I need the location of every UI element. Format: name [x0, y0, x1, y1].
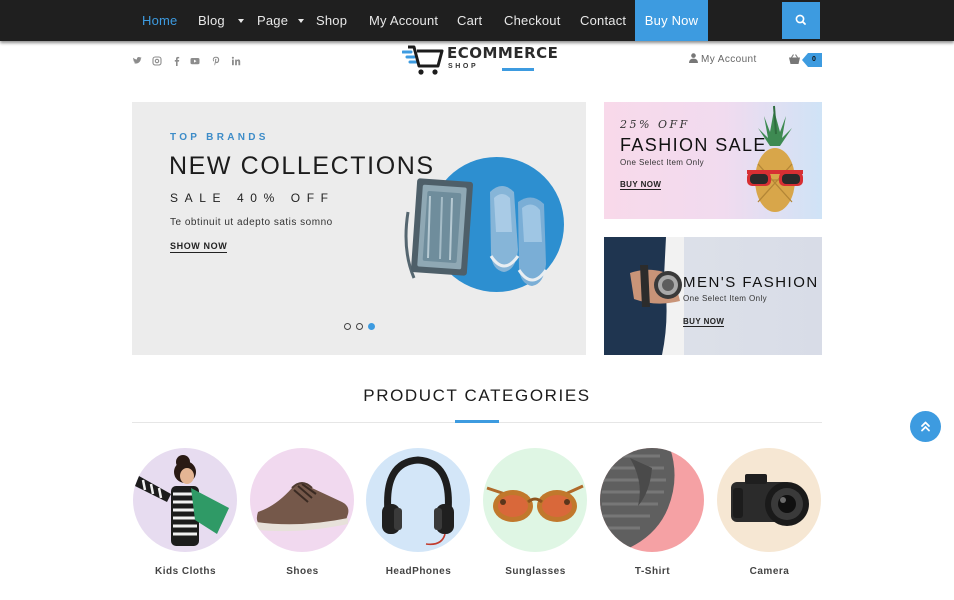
hero-product-image — [404, 178, 548, 286]
banner-buy-now-link[interactable]: BUY NOW — [683, 317, 725, 327]
category-headphones[interactable]: HeadPhones — [366, 448, 471, 583]
youtube-icon[interactable] — [190, 53, 200, 67]
category-shoes[interactable]: Shoes — [250, 448, 355, 583]
nav-page[interactable]: Page — [257, 0, 288, 41]
header-cart[interactable]: 0 — [788, 52, 822, 68]
banner-title: MEN'S FASHION — [683, 274, 819, 291]
pineapple-sunglasses-image — [747, 105, 803, 212]
mens-fashion-banner[interactable]: MEN'S FASHION One Select Item Only BUY N… — [604, 237, 822, 355]
section-accent-line — [455, 420, 499, 423]
facebook-icon[interactable] — [172, 53, 182, 67]
linkedin-icon[interactable] — [231, 53, 241, 67]
slider-dot-2[interactable] — [356, 323, 363, 330]
banner-buy-now-link[interactable]: BUY NOW — [620, 180, 662, 190]
blog-dropdown-caret-icon[interactable] — [238, 19, 244, 23]
shoes-image — [250, 448, 354, 552]
banner-title: FASHION SALE — [620, 135, 767, 155]
logo-title: ECOMMERCE — [447, 44, 559, 62]
hero-description: Te obtinuit ut adepto satis somno — [170, 217, 333, 228]
header-my-account-link[interactable]: My Account — [689, 53, 757, 65]
fashion-sale-banner[interactable]: 25% OFF FASHION SALE One Select Item Onl… — [604, 102, 822, 219]
nav-checkout[interactable]: Checkout — [504, 0, 561, 41]
slider-dot-3[interactable] — [368, 323, 375, 330]
account-label: My Account — [701, 54, 757, 65]
shopping-cart-logo-icon — [402, 45, 444, 75]
hero-sale-text: SALE 40% OFF — [170, 191, 335, 205]
banner-discount-tag: 25% OFF — [620, 118, 690, 131]
hero-kicker: TOP BRANDS — [170, 132, 269, 143]
slider-dot-1[interactable] — [344, 323, 351, 330]
category-label: T-Shirt — [634, 566, 671, 577]
twitter-icon[interactable] — [132, 53, 142, 67]
kids-cloths-image — [133, 448, 237, 552]
nav-shop[interactable]: Shop — [316, 0, 347, 41]
pinterest-icon[interactable] — [211, 53, 221, 67]
nav-contact[interactable]: Contact — [580, 0, 626, 41]
nav-home[interactable]: Home — [142, 0, 177, 41]
category-sunglasses[interactable]: Sunglasses — [483, 448, 588, 583]
nav-blog[interactable]: Blog — [198, 0, 225, 41]
scroll-to-top-button[interactable] — [910, 411, 941, 442]
banner-subtitle: One Select Item Only — [683, 294, 768, 303]
camera-image — [717, 448, 821, 552]
search-button[interactable] — [782, 2, 820, 39]
mens-watch-image — [604, 237, 684, 355]
cart-count-badge: 0 — [802, 53, 822, 67]
category-label: Camera — [749, 566, 790, 577]
logo-subtitle: SHOP — [448, 63, 479, 70]
headphones-image — [366, 448, 470, 552]
page-dropdown-caret-icon[interactable] — [298, 19, 304, 23]
category-label: Sunglasses — [505, 566, 566, 577]
banner-subtitle: One Select Item Only — [620, 158, 705, 167]
category-camera[interactable]: Camera — [717, 448, 822, 583]
search-icon — [795, 14, 806, 25]
category-label: Kids Cloths — [154, 566, 217, 577]
t-shirt-image — [600, 448, 704, 552]
instagram-icon[interactable] — [152, 53, 162, 67]
category-t-shirt[interactable]: T-Shirt — [600, 448, 705, 583]
site-logo[interactable]: ECOMMERCE SHOP — [402, 41, 562, 77]
user-icon — [689, 53, 698, 63]
product-categories-heading: PRODUCT CATEGORIES — [363, 386, 591, 405]
category-kids-cloths[interactable]: Kids Cloths — [133, 448, 238, 583]
category-label: Shoes — [286, 566, 319, 577]
logo-underline — [502, 68, 534, 71]
nav-cart[interactable]: Cart — [457, 0, 482, 41]
top-navigation-bar: Home Blog Page Shop My Account Cart Chec… — [0, 0, 954, 41]
double-chevron-up-icon — [921, 421, 930, 432]
category-label: HeadPhones — [385, 566, 452, 577]
nav-my-account[interactable]: My Account — [369, 0, 438, 41]
buy-now-button[interactable]: Buy Now — [635, 0, 708, 41]
basket-icon — [789, 54, 800, 64]
hero-slider: TOP BRANDS NEW COLLECTIONS SALE 40% OFF … — [132, 102, 586, 355]
hero-show-now-link[interactable]: SHOW NOW — [170, 241, 228, 253]
sunglasses-image — [483, 448, 587, 552]
